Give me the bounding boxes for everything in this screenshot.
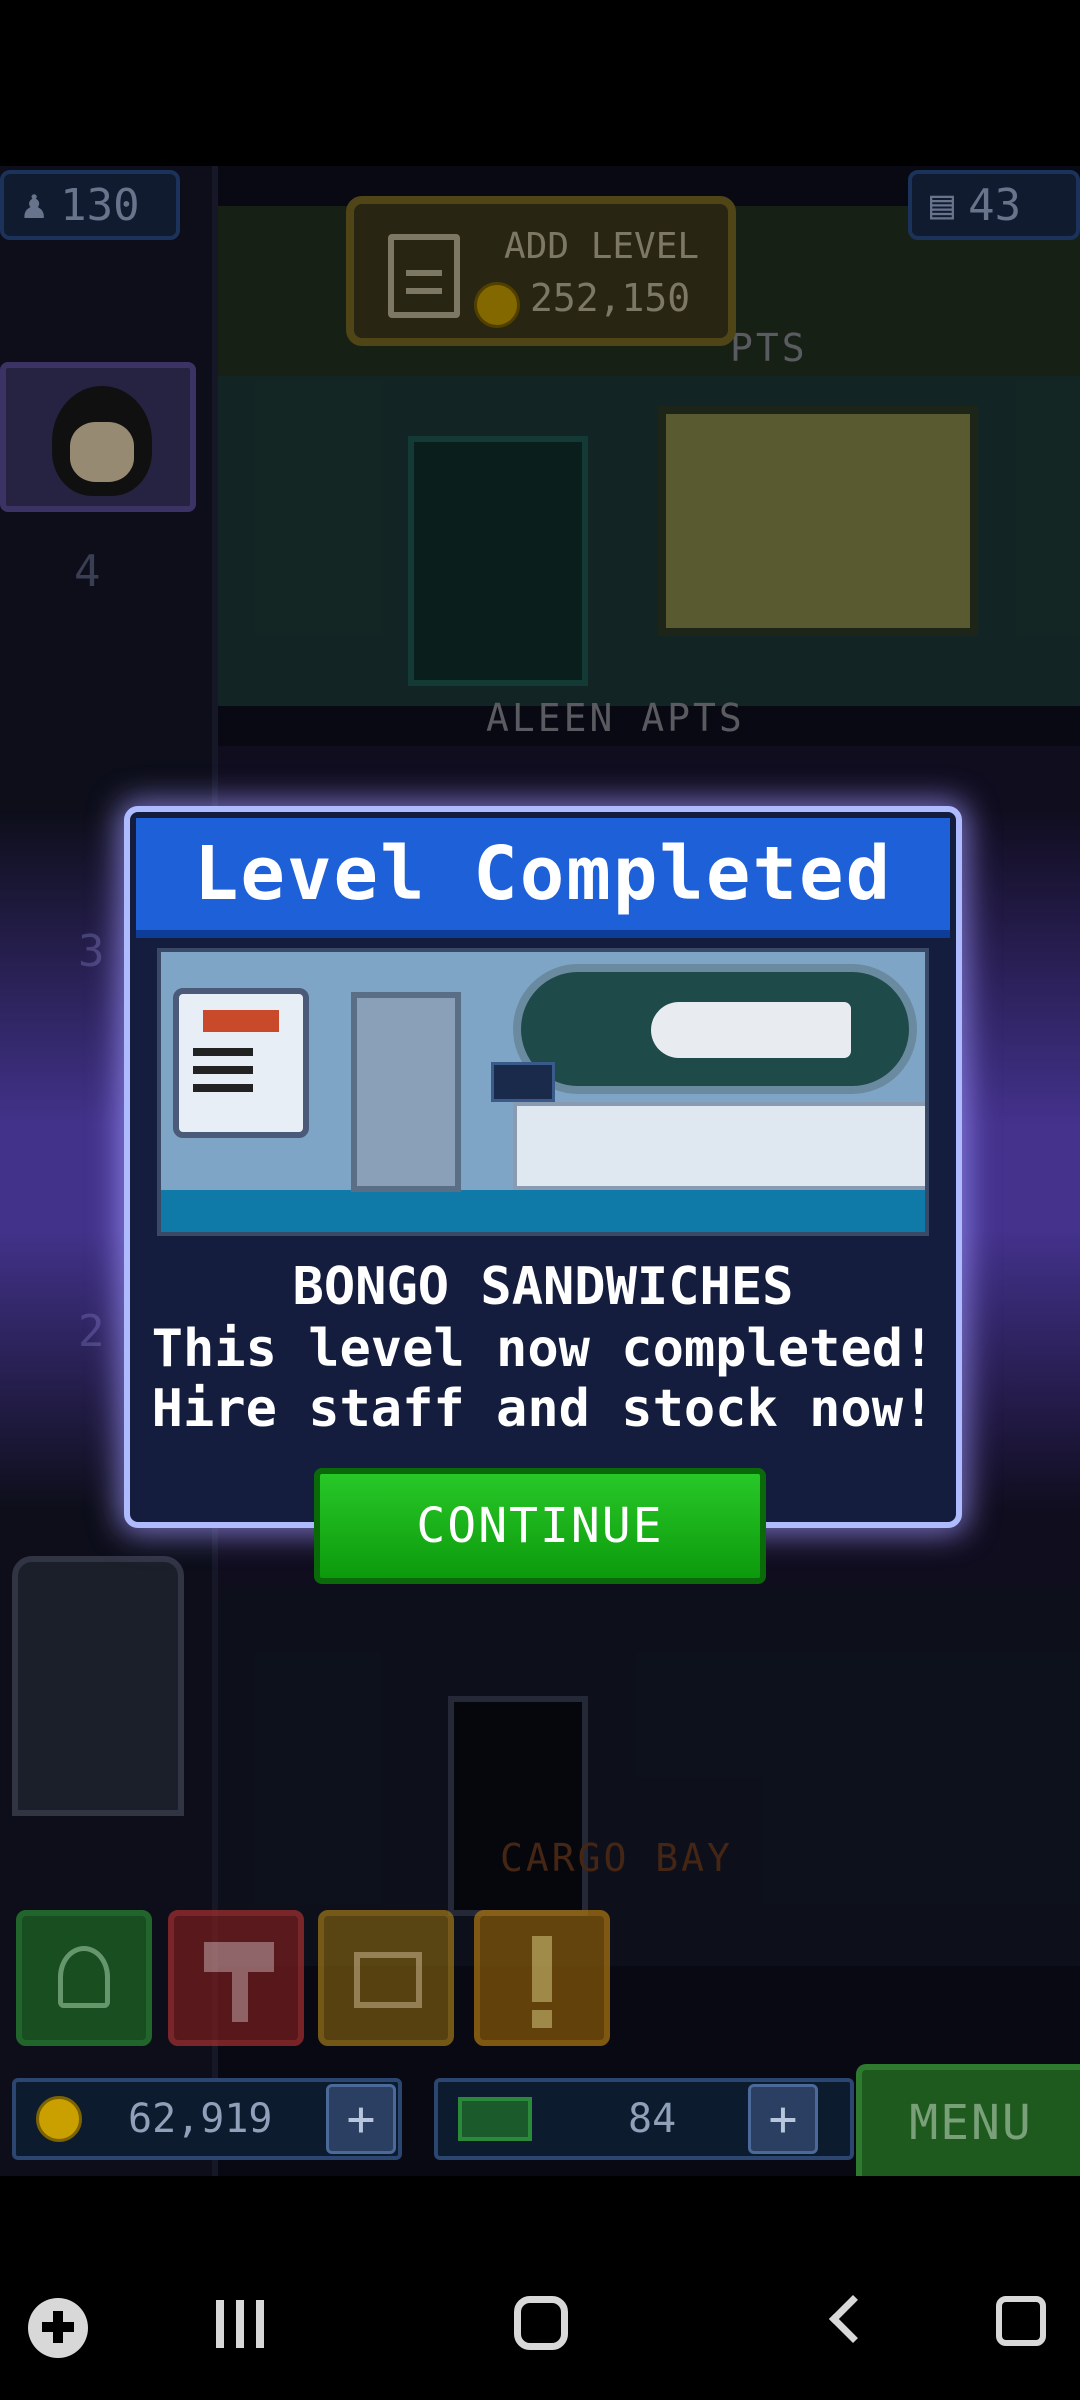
recents-icon[interactable] <box>216 2300 268 2348</box>
system-nav-bar <box>0 2176 1080 2400</box>
bitizen-icon <box>58 1946 110 2008</box>
scene-door <box>351 992 461 1192</box>
buy-coins-button[interactable]: + <box>326 2084 396 2154</box>
bux-value: 84 <box>628 2096 677 2142</box>
continue-button[interactable]: CONTINUE <box>314 1468 766 1584</box>
vending-machine <box>173 988 309 1138</box>
hammer-icon <box>204 1942 274 1972</box>
home-icon[interactable] <box>514 2296 568 2350</box>
exclamation-icon <box>532 1936 552 2002</box>
level-scene-image <box>157 948 929 1236</box>
screenshot-icon[interactable] <box>996 2296 1046 2346</box>
level-name: BONGO SANDWICHES <box>292 1257 794 1317</box>
scene-floor <box>161 1190 925 1232</box>
bux-icon <box>458 2097 532 2141</box>
menu-label: MENU <box>909 2095 1033 2151</box>
shuttle-window <box>513 964 917 1094</box>
coins-value: 62,919 <box>128 2096 273 2142</box>
stock-button[interactable] <box>318 1910 454 2046</box>
sandwich-counter <box>513 1102 925 1190</box>
game-launcher-icon[interactable] <box>28 2298 88 2358</box>
dialog-title: Level Completed <box>136 818 950 938</box>
status-bar-area <box>0 0 1080 166</box>
alert-button[interactable] <box>474 1910 610 2046</box>
completed-line-2: Hire staff and stock now! <box>151 1379 935 1439</box>
continue-label: CONTINUE <box>416 1498 664 1554</box>
bitizen-button[interactable] <box>16 1910 152 2046</box>
completed-line-1: This level now completed! <box>151 1319 935 1379</box>
menu-button[interactable]: MENU <box>856 2064 1080 2176</box>
build-button[interactable] <box>168 1910 304 2046</box>
coin-icon <box>36 2096 82 2142</box>
shuttle-ship <box>651 1002 851 1058</box>
level-completed-dialog: Level Completed BONGO SANDWICHES This le… <box>124 806 962 1528</box>
buy-bux-button[interactable]: + <box>748 2084 818 2154</box>
cash-register <box>491 1062 555 1102</box>
box-icon <box>354 1952 422 2008</box>
